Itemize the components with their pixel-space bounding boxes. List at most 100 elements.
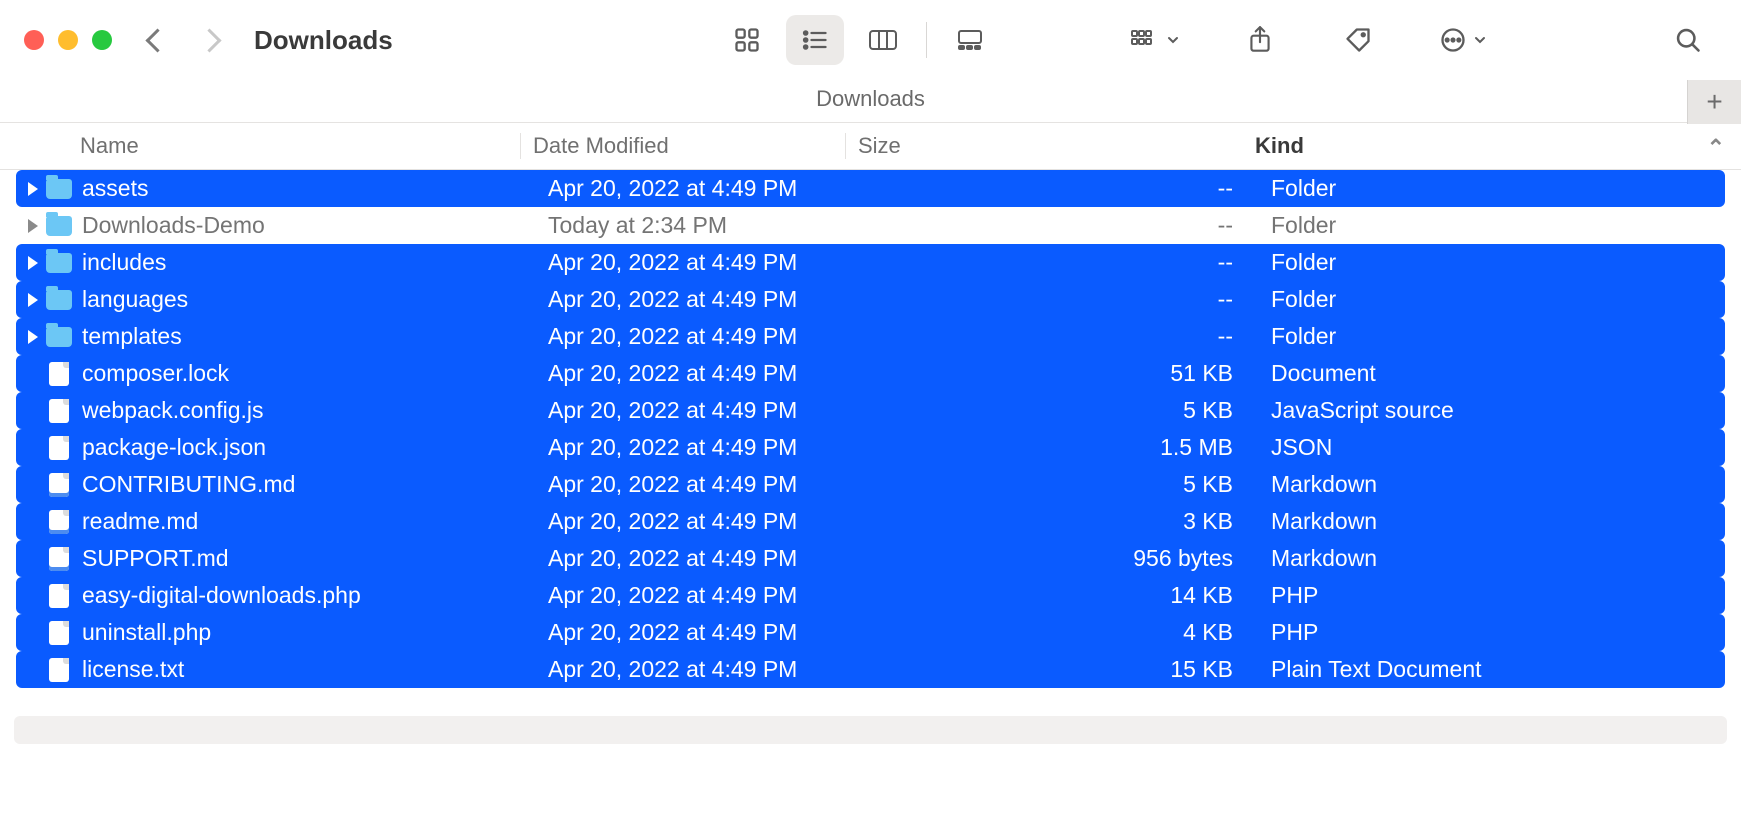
table-row[interactable]: CONTRIBUTING.md Apr 20, 2022 at 4:49 PM5 … [16,466,1725,503]
cell-size: 4 KB [861,619,1259,646]
cell-date: Apr 20, 2022 at 4:49 PM [536,397,861,424]
table-row[interactable]: SUPPORT.mdApr 20, 2022 at 4:49 PM956 byt… [16,540,1725,577]
cell-date: Apr 20, 2022 at 4:49 PM [536,656,861,683]
table-row[interactable]: includesApr 20, 2022 at 4:49 PM--Folder [16,244,1725,281]
cell-name: Downloads-Demo [16,212,536,239]
column-kind[interactable]: Kind ⌃ [1243,133,1741,159]
cell-date: Apr 20, 2022 at 4:49 PM [536,471,861,498]
table-row[interactable]: Downloads-Demo Today at 2:34 PM--Folder [16,207,1725,244]
cell-kind: PHP [1259,582,1725,609]
back-button[interactable] [142,25,172,55]
cell-size: -- [861,249,1259,276]
cell-kind: PHP [1259,619,1725,646]
column-headers: Name Date Modified Size Kind ⌃ [0,123,1741,170]
file-name: license.txt [82,656,184,683]
file-name: templates [82,323,182,350]
tags-button[interactable] [1329,15,1387,65]
file-name: composer.lock [82,360,229,387]
cell-size: 5 KB [861,471,1259,498]
cell-date: Apr 20, 2022 at 4:49 PM [536,360,861,387]
cell-date: Apr 20, 2022 at 4:49 PM [536,175,861,202]
view-mode-group [718,15,999,65]
disclosure-triangle[interactable] [20,293,46,307]
forward-button[interactable] [194,25,224,55]
document-icon [46,510,72,534]
cell-size: 51 KB [861,360,1259,387]
table-row[interactable]: webpack.config.jsApr 20, 2022 at 4:49 PM… [16,392,1725,429]
cell-kind: JavaScript source [1259,397,1725,424]
file-name: CONTRIBUTING.md [82,471,295,498]
cell-name: package-lock.json [16,434,536,461]
folder-icon [46,325,72,349]
table-row[interactable]: easy-digital-downloads.php Apr 20, 2022 a… [16,577,1725,614]
table-row[interactable]: composer.lock Apr 20, 2022 at 4:49 PM51 K… [16,355,1725,392]
file-name: easy-digital-downloads.php [82,582,361,609]
cell-kind: Folder [1259,212,1725,239]
tab-title[interactable]: Downloads [816,86,925,111]
cell-date: Apr 20, 2022 at 4:49 PM [536,434,861,461]
group-by-button[interactable] [1119,15,1191,65]
close-button[interactable] [24,30,44,50]
cell-name: CONTRIBUTING.md [16,471,536,498]
disclosure-triangle[interactable] [20,219,46,233]
actions-button[interactable] [1427,15,1499,65]
disclosure-triangle[interactable] [20,182,46,196]
file-name: package-lock.json [82,434,266,461]
cell-kind: Markdown [1259,545,1725,572]
file-list: assetsApr 20, 2022 at 4:49 PM--FolderDow… [0,170,1741,688]
cell-name: composer.lock [16,360,536,387]
cell-date: Apr 20, 2022 at 4:49 PM [536,508,861,535]
cell-kind: Folder [1259,323,1725,350]
disclosure-triangle[interactable] [20,330,46,344]
column-name[interactable]: Name [0,133,520,159]
cell-kind: Folder [1259,249,1725,276]
maximize-button[interactable] [92,30,112,50]
document-icon [46,362,72,386]
view-list-button[interactable] [786,15,844,65]
disclosure-triangle[interactable] [20,256,46,270]
table-row[interactable]: readme.mdApr 20, 2022 at 4:49 PM3 KBMark… [16,503,1725,540]
table-row[interactable]: assetsApr 20, 2022 at 4:49 PM--Folder [16,170,1725,207]
folder-icon [46,177,72,201]
table-row[interactable]: templatesApr 20, 2022 at 4:49 PM--Folder [16,318,1725,355]
cell-date: Apr 20, 2022 at 4:49 PM [536,582,861,609]
window-controls [24,30,112,50]
search-button[interactable] [1659,15,1717,65]
nav-buttons [142,25,224,55]
cell-name: readme.md [16,508,536,535]
cell-kind: Folder [1259,175,1725,202]
cell-size: -- [861,212,1259,239]
column-size[interactable]: Size [845,133,1243,159]
view-gallery-button[interactable] [941,15,999,65]
view-icons-button[interactable] [718,15,776,65]
document-icon [46,621,72,645]
cell-kind: Plain Text Document [1259,656,1725,683]
new-tab-button[interactable]: + [1687,80,1741,124]
cell-name: webpack.config.js [16,397,536,424]
document-icon [46,473,72,497]
cell-kind: Markdown [1259,471,1725,498]
minimize-button[interactable] [58,30,78,50]
column-date[interactable]: Date Modified [520,133,845,159]
cell-size: 3 KB [861,508,1259,535]
table-row[interactable]: uninstall.phpApr 20, 2022 at 4:49 PM4 KB… [16,614,1725,651]
folder-icon [46,251,72,275]
cell-date: Today at 2:34 PM [536,212,861,239]
document-icon [46,658,72,682]
toolbar: Downloads [0,0,1741,80]
table-row[interactable]: license.txt Apr 20, 2022 at 4:49 PM15 KBP… [16,651,1725,688]
cell-date: Apr 20, 2022 at 4:49 PM [536,323,861,350]
cell-size: 1.5 MB [861,434,1259,461]
cell-size: 14 KB [861,582,1259,609]
file-name: Downloads-Demo [82,212,265,239]
cell-size: 15 KB [861,656,1259,683]
table-row[interactable]: languagesApr 20, 2022 at 4:49 PM--Folder [16,281,1725,318]
cell-kind: JSON [1259,434,1725,461]
cell-kind: Document [1259,360,1725,387]
view-columns-button[interactable] [854,15,912,65]
cell-name: uninstall.php [16,619,536,646]
share-button[interactable] [1231,15,1289,65]
cell-date: Apr 20, 2022 at 4:49 PM [536,286,861,313]
cell-name: easy-digital-downloads.php [16,582,536,609]
table-row[interactable]: package-lock.json Apr 20, 2022 at 4:49 PM… [16,429,1725,466]
